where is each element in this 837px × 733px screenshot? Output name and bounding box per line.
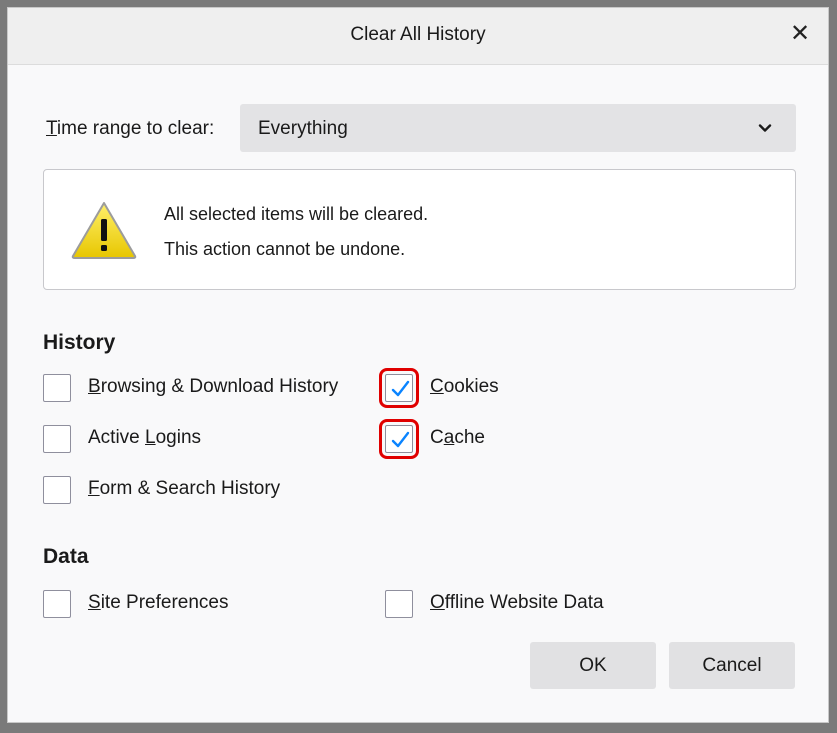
warning-triangle-icon [71, 202, 137, 259]
active-logins-checkbox[interactable] [43, 425, 71, 453]
offline-website-data-checkbox[interactable] [385, 590, 413, 618]
offline-website-data-label: Offline Website Data [430, 592, 604, 613]
time-range-select[interactable]: Everything [240, 104, 796, 152]
cache-label: Cache [430, 427, 485, 448]
active-logins-label: Active Logins [88, 427, 202, 448]
form-search-history-label: Form & Search History [88, 478, 281, 499]
warning-box: All selected items will be cleared. This… [43, 169, 796, 290]
dialog-title: Clear All History [350, 24, 486, 45]
chevron-down-icon [758, 124, 772, 132]
site-preferences-checkbox[interactable] [43, 590, 71, 618]
form-search-history-checkbox[interactable] [43, 476, 71, 504]
history-heading: History [43, 331, 116, 354]
site-preferences-label: Site Preferences [88, 592, 229, 613]
dialog-titlebar: Clear All History ✕ [8, 8, 828, 65]
cookies-checkbox[interactable] [379, 368, 419, 408]
checkmark-icon [391, 431, 410, 448]
cookies-label: Cookies [430, 376, 499, 397]
time-range-label: Time range to clear: [46, 118, 215, 139]
data-heading: Data [43, 545, 89, 568]
warning-line-1: All selected items will be cleared. [164, 204, 429, 224]
browsing-download-history-checkbox[interactable] [43, 374, 71, 402]
warning-line-2: This action cannot be undone. [164, 239, 406, 259]
cache-checkbox[interactable] [379, 419, 419, 459]
browsing-download-history-label: Browsing & Download History [88, 376, 339, 397]
cancel-button[interactable]: Cancel [669, 642, 795, 689]
time-range-value: Everything [258, 118, 348, 139]
checkmark-icon [391, 380, 410, 397]
ok-button[interactable]: OK [530, 642, 656, 689]
close-icon[interactable]: ✕ [786, 20, 814, 48]
clear-history-dialog: Clear All History ✕ Time range to clear:… [7, 7, 829, 723]
